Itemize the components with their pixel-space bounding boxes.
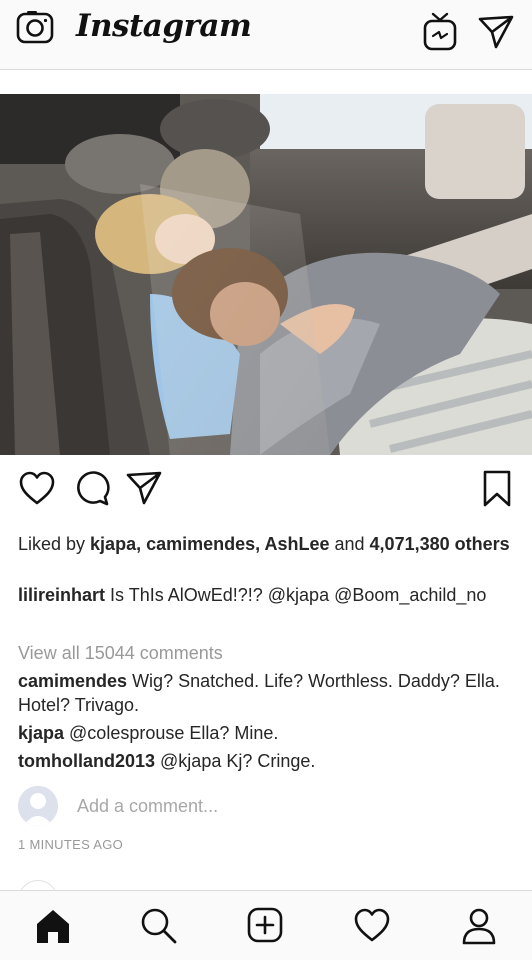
heart-icon[interactable] (18, 470, 56, 513)
bookmark-icon[interactable] (482, 470, 512, 513)
top-bar: Instagram (0, 0, 532, 70)
likes-prefix: Liked by (18, 534, 91, 554)
caption-username[interactable]: lilireinhart (18, 585, 105, 605)
comment-icon[interactable] (74, 470, 110, 513)
bottom-nav (0, 890, 532, 960)
comment-item: kjapa @colesprouse Ella? Mine. (18, 721, 518, 745)
view-all-comments-link[interactable]: View all 15044 comments (18, 641, 518, 665)
profile-icon[interactable] (460, 907, 498, 945)
post-caption: lilireinhart Is ThIs AlOwEd!?!? @kjapa @… (18, 583, 518, 607)
comment-text: @kjapa Kj? Cringe. (155, 751, 316, 771)
comment-username[interactable]: tomholland2013 (18, 751, 155, 771)
liked-by-users[interactable]: kjapa, camimendes, AshLee (90, 534, 329, 554)
post-photo-image (0, 94, 532, 455)
add-comment-input[interactable]: Add a comment... (77, 796, 218, 817)
instagram-logo: Instagram (76, 8, 252, 44)
likes-count[interactable]: 4,071,380 others (370, 534, 510, 554)
avatar (18, 786, 58, 826)
post-timestamp: 1 MINUTES AGO (18, 837, 124, 852)
comment-item: camimendes Wig? Snatched. Life? Worthles… (18, 669, 518, 717)
post-actions (0, 470, 532, 514)
comment-item: tomholland2013 @kjapa Kj? Cringe. (18, 749, 518, 773)
camera-icon[interactable] (16, 10, 54, 49)
likes-and: and (329, 534, 370, 554)
home-icon[interactable] (34, 907, 72, 945)
comment-text: @colesprouse Ella? Mine. (64, 723, 279, 743)
search-icon[interactable] (140, 907, 178, 945)
igtv-icon[interactable] (422, 12, 458, 57)
comment-username[interactable]: camimendes (18, 671, 127, 691)
direct-message-icon[interactable] (478, 14, 514, 55)
comment-username[interactable]: kjapa (18, 723, 64, 743)
likes-line: Liked by kjapa, camimendes, AshLee and 4… (18, 532, 518, 556)
share-icon[interactable] (126, 470, 162, 511)
new-post-icon[interactable] (247, 907, 285, 945)
post-photo[interactable] (0, 94, 532, 455)
add-comment-row[interactable]: Add a comment... (18, 784, 518, 828)
caption-text: Is ThIs AlOwEd!?!? @kjapa @Boom_achild_n… (105, 585, 487, 605)
activity-icon[interactable] (353, 907, 391, 945)
